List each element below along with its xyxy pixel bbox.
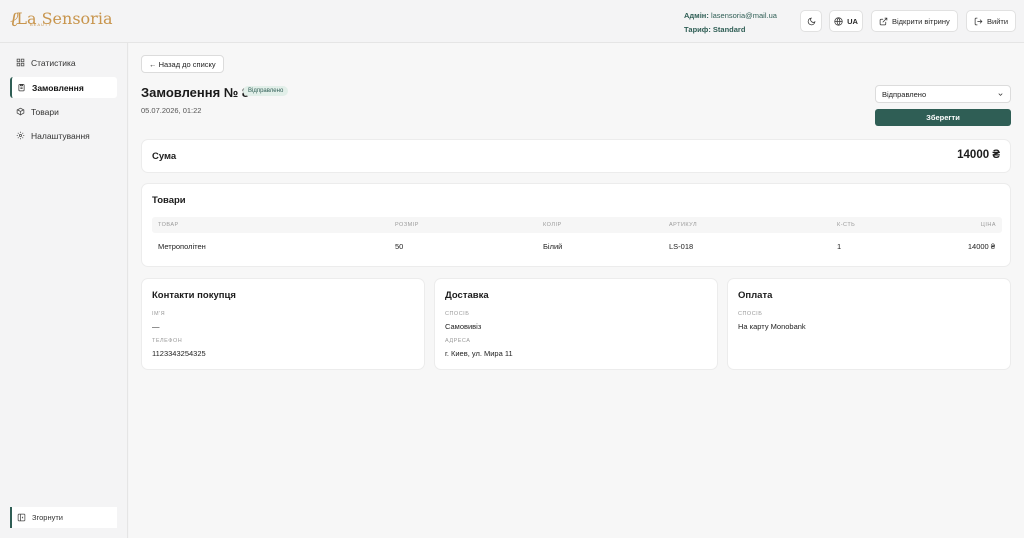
cell-price: 14000 ₴ (967, 242, 995, 251)
status-select-value: Відправлено (882, 89, 927, 99)
status-badge: Відправлено (243, 86, 289, 96)
collapse-sidebar-button[interactable]: Згорнути (10, 507, 117, 528)
brand-logo[interactable]: ℓ La Sensoria (10, 8, 112, 30)
items-title: Товари (152, 195, 186, 206)
buyer-title: Контакти покупця (152, 290, 236, 301)
column-header-sku: АРТИКУЛ (669, 222, 698, 228)
sidebar-item-label: Товари (31, 106, 59, 117)
brand-tagline: BEAUTY (30, 22, 53, 27)
sidebar-item-orders[interactable]: Замовлення (10, 77, 117, 98)
logout-icon (974, 17, 983, 25)
payment-title: Оплата (738, 290, 773, 301)
buyer-phone-label: ТЕЛЕФОН (152, 338, 183, 344)
language-label: UA (847, 16, 858, 26)
cell-color: Білий (543, 242, 563, 251)
cell-product: Метрополітен (158, 242, 206, 251)
delivery-method-label: СПОСІБ (445, 311, 470, 317)
buyer-contacts-card: Контакти покупця ІМ'Я — ТЕЛЕФОН 11233432… (141, 278, 425, 370)
logout-label: Вийти (987, 16, 1009, 26)
sidebar-item-statistics[interactable]: Статистика (10, 52, 117, 73)
sidebar: Статистика Замовлення Товари Налаштуванн… (0, 43, 128, 538)
page-title: Замовлення № 8 (141, 85, 250, 100)
external-link-icon (879, 17, 888, 25)
chevron-down-icon (998, 92, 1003, 96)
payment-card: Оплата СПОСІБ На карту Monobank (727, 278, 1011, 370)
sum-label: Сума (152, 151, 177, 162)
cell-sku: LS-018 (669, 242, 694, 251)
cell-size: 50 (395, 242, 404, 251)
open-store-button[interactable]: Відкрити вітрину (871, 10, 958, 32)
moon-icon (807, 17, 815, 25)
logout-button[interactable]: Вийти (966, 10, 1017, 32)
language-button[interactable]: UA (829, 10, 863, 32)
sidebar-collapse-icon (17, 513, 26, 522)
column-header-qty: К-СТЬ (837, 222, 856, 228)
column-header-size: РОЗМІР (395, 222, 419, 228)
column-header-price: ЦІНА (980, 222, 996, 228)
buyer-phone-value: 1123343254325 (152, 349, 206, 358)
delivery-method-value: Самовивіз (445, 322, 482, 331)
admin-email: lasensoria@mail.ua (710, 11, 777, 20)
delivery-title: Доставка (445, 290, 489, 301)
clipboard-icon (18, 84, 25, 92)
top-header: ℓ La Sensoria BEAUTY Адмін: lasensoria@m… (0, 0, 1024, 43)
column-header-product: ТОВАР (158, 222, 179, 228)
plan-value: Standard (712, 25, 746, 34)
payment-method-value: На карту Monobank (738, 322, 806, 331)
sidebar-item-label: Налаштування (31, 130, 90, 141)
globe-icon (834, 16, 843, 26)
sidebar-item-label: Замовлення (32, 82, 84, 93)
delivery-address-label: АДРЕСА (445, 338, 471, 344)
account-info: Адмін: lasensoria@mail.ua Тариф: Standar… (684, 9, 777, 37)
delivery-card: Доставка СПОСІБ Самовивіз АДРЕСА г. Киев… (434, 278, 718, 370)
order-items-card: Товари ТОВАР РОЗМІР КОЛІР АРТИКУЛ К-СТЬ … (141, 183, 1011, 267)
buyer-name-value: — (152, 322, 160, 331)
main-content: ← Назад до списку Замовлення № 8 Відправ… (129, 43, 1024, 538)
grid-icon (16, 58, 25, 67)
payment-method-label: СПОСІБ (738, 311, 763, 317)
buyer-name-label: ІМ'Я (152, 311, 166, 317)
box-icon (16, 107, 25, 116)
status-select[interactable]: Відправлено (875, 85, 1011, 103)
theme-toggle-button[interactable] (800, 10, 822, 32)
back-to-list-button[interactable]: ← Назад до списку (141, 55, 224, 73)
plan-label: Тариф: (684, 25, 711, 34)
delivery-address-value: г. Киев, ул. Мира 11 (445, 349, 513, 358)
sidebar-item-settings[interactable]: Налаштування (10, 125, 117, 146)
gear-icon (16, 131, 25, 140)
order-date: 05.07.2026, 01:22 (141, 106, 202, 115)
cell-qty: 1 (837, 242, 842, 251)
sum-value: 14000 ₴ (957, 149, 1000, 161)
sidebar-item-label: Статистика (31, 57, 76, 68)
open-store-label: Відкрити вітрину (892, 16, 950, 26)
order-sum-card: Сума 14000 ₴ (141, 139, 1011, 173)
admin-label: Адмін: (684, 11, 709, 20)
table-header: ТОВАР РОЗМІР КОЛІР АРТИКУЛ К-СТЬ ЦІНА (152, 217, 1002, 233)
collapse-label: Згорнути (32, 513, 63, 522)
column-header-color: КОЛІР (543, 222, 562, 228)
sidebar-item-products[interactable]: Товари (10, 101, 117, 122)
save-button[interactable]: Зберегти (875, 109, 1011, 126)
